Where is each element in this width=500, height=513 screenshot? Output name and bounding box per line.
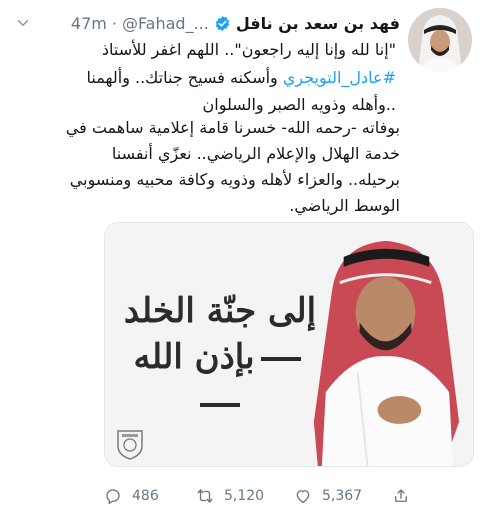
tweet-line: برحيله.. والعزاء لأهله وذويه وكافة محبيه… xyxy=(69,170,400,189)
headline-dash xyxy=(200,403,240,407)
condolence-headline: إلى جنّة الخلد بإذن الله xyxy=(115,288,325,426)
share-icon xyxy=(395,489,407,502)
avatar[interactable] xyxy=(408,8,472,72)
verified-badge-icon xyxy=(215,15,230,31)
like-button[interactable]: 5,367 xyxy=(294,484,362,508)
tweet-line-rest: وأسكنه فسيح جناتك.. وألهمنا xyxy=(86,67,283,87)
headline-dash xyxy=(260,357,301,361)
tweet[interactable]: فهد بن سعد بن نافل @Fahad_... · 47m "إنا… xyxy=(0,0,500,513)
headline-line-2: بإذن الله xyxy=(115,334,325,426)
hashtag-link[interactable]: #عادل_التويجري xyxy=(283,68,396,87)
headline-line-1: إلى جنّة الخلد xyxy=(123,291,317,331)
tweet-text: "إنا لله وإنا إليه راجعون".. اللهم اغفر … xyxy=(10,36,396,119)
share-button[interactable] xyxy=(392,484,410,508)
tweet-header: فهد بن سعد بن نافل @Fahad_... · 47m xyxy=(71,12,400,34)
headline-line-2-text: بإذن الله xyxy=(133,337,255,377)
tweet-actions: 486 5,120 5,367 xyxy=(104,484,474,508)
timestamp[interactable]: 47m xyxy=(71,14,107,33)
chevron-down-icon[interactable] xyxy=(14,14,32,32)
reply-count: 486 xyxy=(132,488,159,504)
reply-icon xyxy=(106,489,120,505)
retweet-icon xyxy=(197,489,213,503)
tweet-text-continued: بوفاته -رحمه الله- خسرنا قامة إعلامية سا… xyxy=(0,115,400,219)
tweet-media-image[interactable]: إلى جنّة الخلد بإذن الله xyxy=(104,222,474,467)
reply-button[interactable]: 486 xyxy=(104,484,159,508)
like-count: 5,367 xyxy=(322,488,363,504)
tweet-line: #عادل_التويجري وأسكنه فسيح جناتك.. وألهم… xyxy=(10,64,396,92)
al-hilal-logo-icon xyxy=(117,430,143,460)
tweet-line: "إنا لله وإنا إليه راجعون".. اللهم اغفر … xyxy=(101,40,396,59)
avatar-image xyxy=(408,8,472,72)
display-name[interactable]: فهد بن سعد بن نافل xyxy=(236,14,400,33)
heart-icon xyxy=(296,490,310,504)
user-handle[interactable]: @Fahad_... xyxy=(122,14,209,33)
retweet-button[interactable]: 5,120 xyxy=(196,484,264,508)
tweet-line: بوفاته -رحمه الله- خسرنا قامة إعلامية سا… xyxy=(65,118,400,137)
tweet-line: خدمة الهلال والإعلام الرياضي.. نعزّي أنف… xyxy=(111,144,400,163)
retweet-count: 5,120 xyxy=(224,488,265,504)
tweet-line: الوسط الرياضي. xyxy=(289,196,400,215)
separator-dot: · xyxy=(111,13,117,33)
